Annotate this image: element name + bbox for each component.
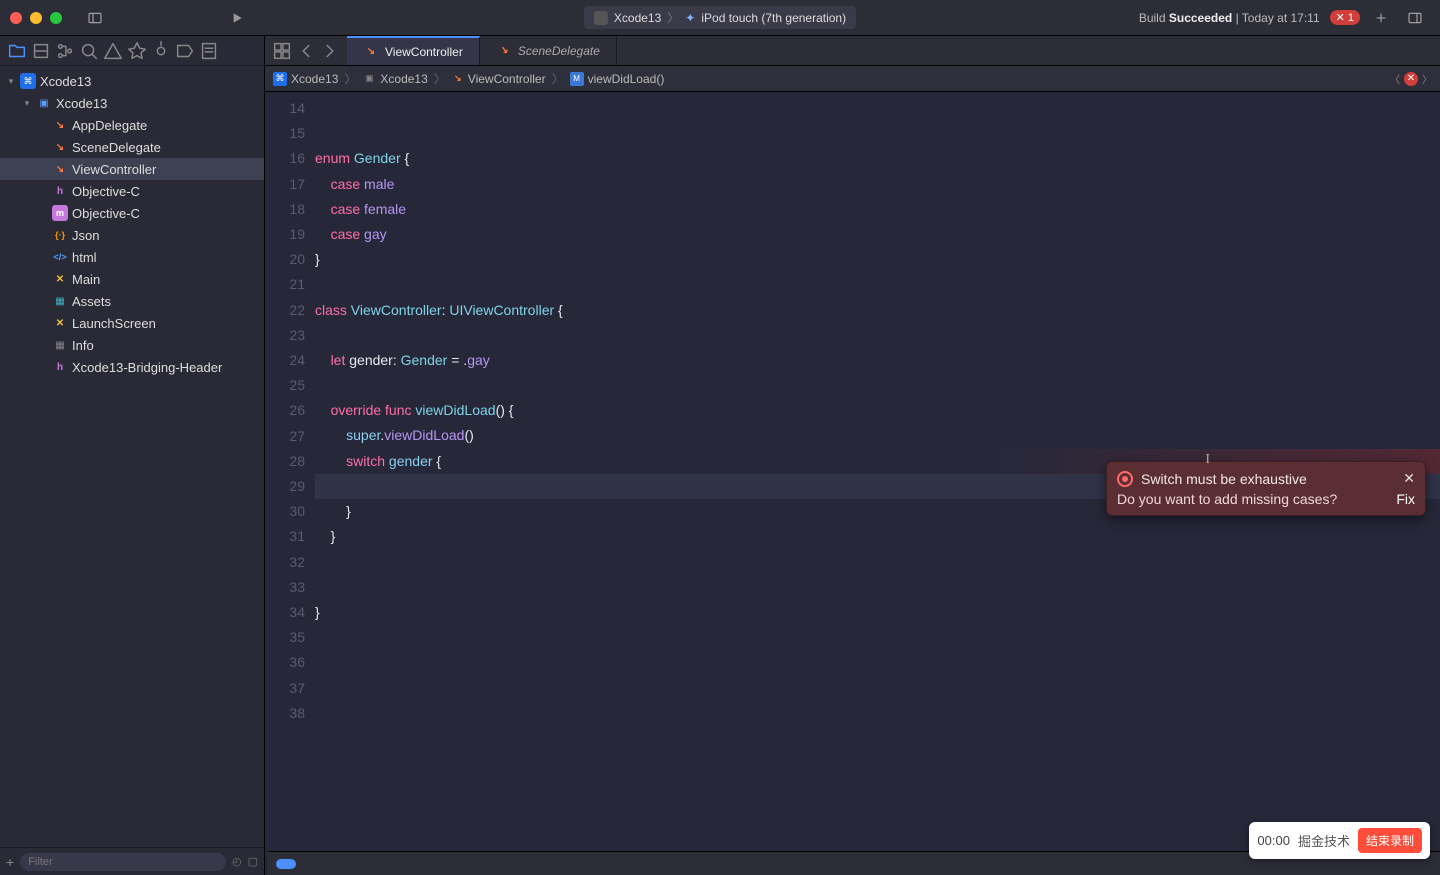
folder-icon: ▣ — [36, 95, 52, 111]
error-title: Switch must be exhaustive — [1141, 471, 1307, 487]
find-navigator-tab[interactable] — [78, 40, 100, 62]
text-cursor-icon: I — [1205, 452, 1210, 468]
nav-forward-button[interactable] — [319, 40, 341, 62]
jump-error-icon[interactable]: ✕ — [1404, 72, 1418, 86]
file-tree-item[interactable]: ▾⌘Xcode13 — [0, 70, 264, 92]
screen-recorder-overlay: 00:00 掘金技术 结束录制 — [1249, 822, 1430, 859]
recorder-stop-button[interactable]: 结束录制 — [1358, 828, 1422, 853]
plist-icon: ▦ — [52, 337, 68, 353]
file-tree: ▾⌘Xcode13▾▣Xcode13↘AppDelegate↘SceneDele… — [0, 66, 264, 847]
close-window-button[interactable] — [10, 12, 22, 24]
assets-icon: ▦ — [52, 293, 68, 309]
test-navigator-tab[interactable] — [126, 40, 148, 62]
file-tree-item[interactable]: ▾▣Xcode13 — [0, 92, 264, 114]
file-tree-item[interactable]: mObjective-C — [0, 202, 264, 224]
swift-icon: ↘ — [52, 161, 68, 177]
error-icon — [1117, 471, 1133, 487]
json-icon: {·} — [52, 227, 68, 243]
build-status: Build Succeeded | Today at 17:11 ✕ 1 — [1139, 10, 1360, 25]
project-icon: ⌘ — [273, 72, 287, 86]
run-button[interactable] — [224, 5, 250, 31]
breakpoint-toggle[interactable] — [276, 859, 296, 869]
recorder-time: 00:00 — [1257, 833, 1290, 848]
tab-scenedelegate[interactable]: ↘ SceneDelegate — [480, 36, 617, 65]
file-tree-item[interactable]: </>html — [0, 246, 264, 268]
recent-filter-icon[interactable]: ◴ — [232, 855, 242, 868]
minimize-window-button[interactable] — [30, 12, 42, 24]
related-items-button[interactable] — [271, 40, 293, 62]
fix-button[interactable]: Fix — [1396, 491, 1415, 507]
symbol-navigator-tab[interactable] — [54, 40, 76, 62]
swift-icon: ↘ — [363, 44, 379, 60]
toggle-navigator-button[interactable] — [82, 5, 108, 31]
h-icon: h — [52, 359, 68, 375]
html-icon: </> — [52, 249, 68, 265]
titlebar: ⌘ Xcode13 Xcode13 〉 ✦ iPod touch (7th ge… — [0, 0, 1440, 36]
tab-bar: ↘ ViewController ↘ SceneDelegate — [265, 36, 1440, 66]
issue-navigator-tab[interactable] — [102, 40, 124, 62]
error-popover: Switch must be exhaustive ✕ Do you want … — [1106, 461, 1426, 516]
source-control-navigator-tab[interactable] — [30, 40, 52, 62]
xib-icon: ✕ — [52, 271, 68, 287]
jump-bar[interactable]: ⌘ Xcode13〉 ▣ Xcode13〉 ↘ ViewController〉 … — [265, 66, 1440, 92]
swift-icon: ↘ — [496, 43, 512, 59]
file-tree-item[interactable]: ↘SceneDelegate — [0, 136, 264, 158]
project-navigator-tab[interactable] — [6, 40, 28, 62]
file-tree-item[interactable]: ✕Main — [0, 268, 264, 290]
code-editor[interactable]: 1415161718192021222324252627282930313233… — [265, 92, 1440, 875]
close-error-button[interactable]: ✕ — [1403, 470, 1415, 487]
editor-area: ↘ ViewController ↘ SceneDelegate ⌘ Xcode — [265, 36, 1440, 875]
h-icon: h — [52, 183, 68, 199]
error-count-badge[interactable]: ✕ 1 — [1330, 10, 1360, 25]
swift-icon: ↘ — [452, 73, 464, 85]
file-tree-item[interactable]: {·}Json — [0, 224, 264, 246]
file-tree-item[interactable]: ✕LaunchScreen — [0, 312, 264, 334]
line-gutter: 1415161718192021222324252627282930313233… — [265, 92, 315, 875]
add-file-button[interactable]: + — [6, 854, 14, 870]
xib-icon: ✕ — [52, 315, 68, 331]
file-tree-item[interactable]: hXcode13-Bridging-Header — [0, 356, 264, 378]
breakpoint-navigator-tab[interactable] — [174, 40, 196, 62]
debug-navigator-tab[interactable] — [150, 40, 172, 62]
folder-icon: ▣ — [362, 72, 376, 86]
filter-input[interactable] — [20, 853, 226, 871]
toggle-inspector-button[interactable] — [1402, 5, 1428, 31]
tab-viewcontroller[interactable]: ↘ ViewController — [347, 36, 480, 65]
swift-icon: ↘ — [52, 117, 68, 133]
file-tree-item[interactable]: ↘AppDelegate — [0, 114, 264, 136]
method-icon: M — [570, 72, 584, 86]
swift-icon: ↘ — [52, 139, 68, 155]
navigator-filter-bar: + ◴ ▢ — [0, 847, 264, 875]
file-tree-item[interactable]: ▦Info — [0, 334, 264, 356]
error-subtitle: Do you want to add missing cases? — [1117, 491, 1337, 507]
library-button[interactable] — [116, 5, 142, 31]
proj-icon: ⌘ — [20, 73, 36, 89]
navigator-selector — [0, 36, 264, 66]
report-navigator-tab[interactable] — [198, 40, 220, 62]
file-tree-item[interactable]: hObjective-C — [0, 180, 264, 202]
file-tree-item[interactable]: ↘ViewController — [0, 158, 264, 180]
window-controls — [10, 12, 62, 24]
scm-filter-icon[interactable]: ▢ — [248, 855, 258, 868]
scheme-selector[interactable]: Xcode13 〉 ✦ iPod touch (7th generation) — [584, 6, 856, 29]
maximize-window-button[interactable] — [50, 12, 62, 24]
m-icon: m — [52, 205, 68, 221]
add-tab-button[interactable] — [1368, 5, 1394, 31]
file-tree-item[interactable]: ▦Assets — [0, 290, 264, 312]
recorder-label: 掘金技术 — [1298, 831, 1350, 850]
nav-back-button[interactable] — [295, 40, 317, 62]
navigator-panel: ▾⌘Xcode13▾▣Xcode13↘AppDelegate↘SceneDele… — [0, 36, 265, 875]
